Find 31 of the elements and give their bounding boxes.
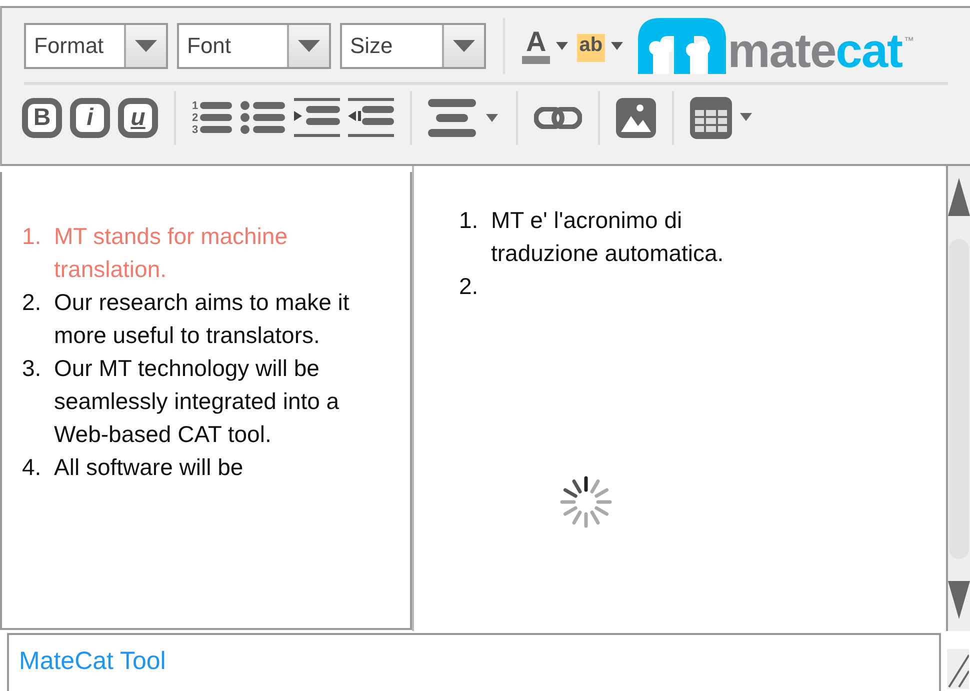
caret-icon — [298, 40, 320, 52]
align-icon[interactable] — [428, 98, 500, 138]
numbered-list-button[interactable]: 1 2 3 — [192, 100, 232, 136]
source-segment[interactable]: 4. All software will be — [22, 451, 360, 484]
bulleted-list-icon[interactable] — [240, 100, 286, 136]
resize-grip-icon[interactable] — [947, 649, 969, 689]
target-segment[interactable]: 1. MT e' l'acronimo di traduzione automatica. — [459, 204, 936, 270]
italic-button[interactable]: i — [70, 98, 110, 138]
caret-icon — [610, 42, 623, 50]
caret-icon — [556, 42, 568, 50]
table-icon[interactable] — [690, 97, 754, 139]
caret-icon — [453, 40, 475, 52]
source-segment[interactable]: 2. Our research aims to make it more useful to translators. — [22, 286, 360, 352]
source-segment[interactable]: 3. Our MT technology will be seamlessly integrated into a Web-based CAT tool. — [22, 352, 360, 451]
scrollbar[interactable] — [948, 166, 970, 631]
logo-mark-icon — [638, 18, 726, 74]
trademark-sign: ™ — [904, 36, 914, 47]
indent-icon[interactable] — [294, 98, 340, 138]
link-icon[interactable] — [534, 107, 582, 129]
logo-wordmark: matecat — [728, 30, 902, 74]
target-segment[interactable]: 2. — [459, 270, 936, 303]
dropdown[interactable]: Size — [340, 23, 486, 69]
dropdown[interactable]: Format — [24, 23, 168, 69]
outdent-icon[interactable] — [348, 98, 394, 138]
dropdown[interactable]: Font — [177, 23, 331, 69]
text-color-button[interactable]: A — [522, 28, 568, 64]
loading-spinner-icon — [559, 475, 613, 529]
bold-button[interactable]: B — [22, 98, 62, 138]
underline-button[interactable]: u — [118, 98, 158, 138]
caret-icon — [135, 40, 157, 52]
image-icon[interactable] — [616, 98, 656, 138]
